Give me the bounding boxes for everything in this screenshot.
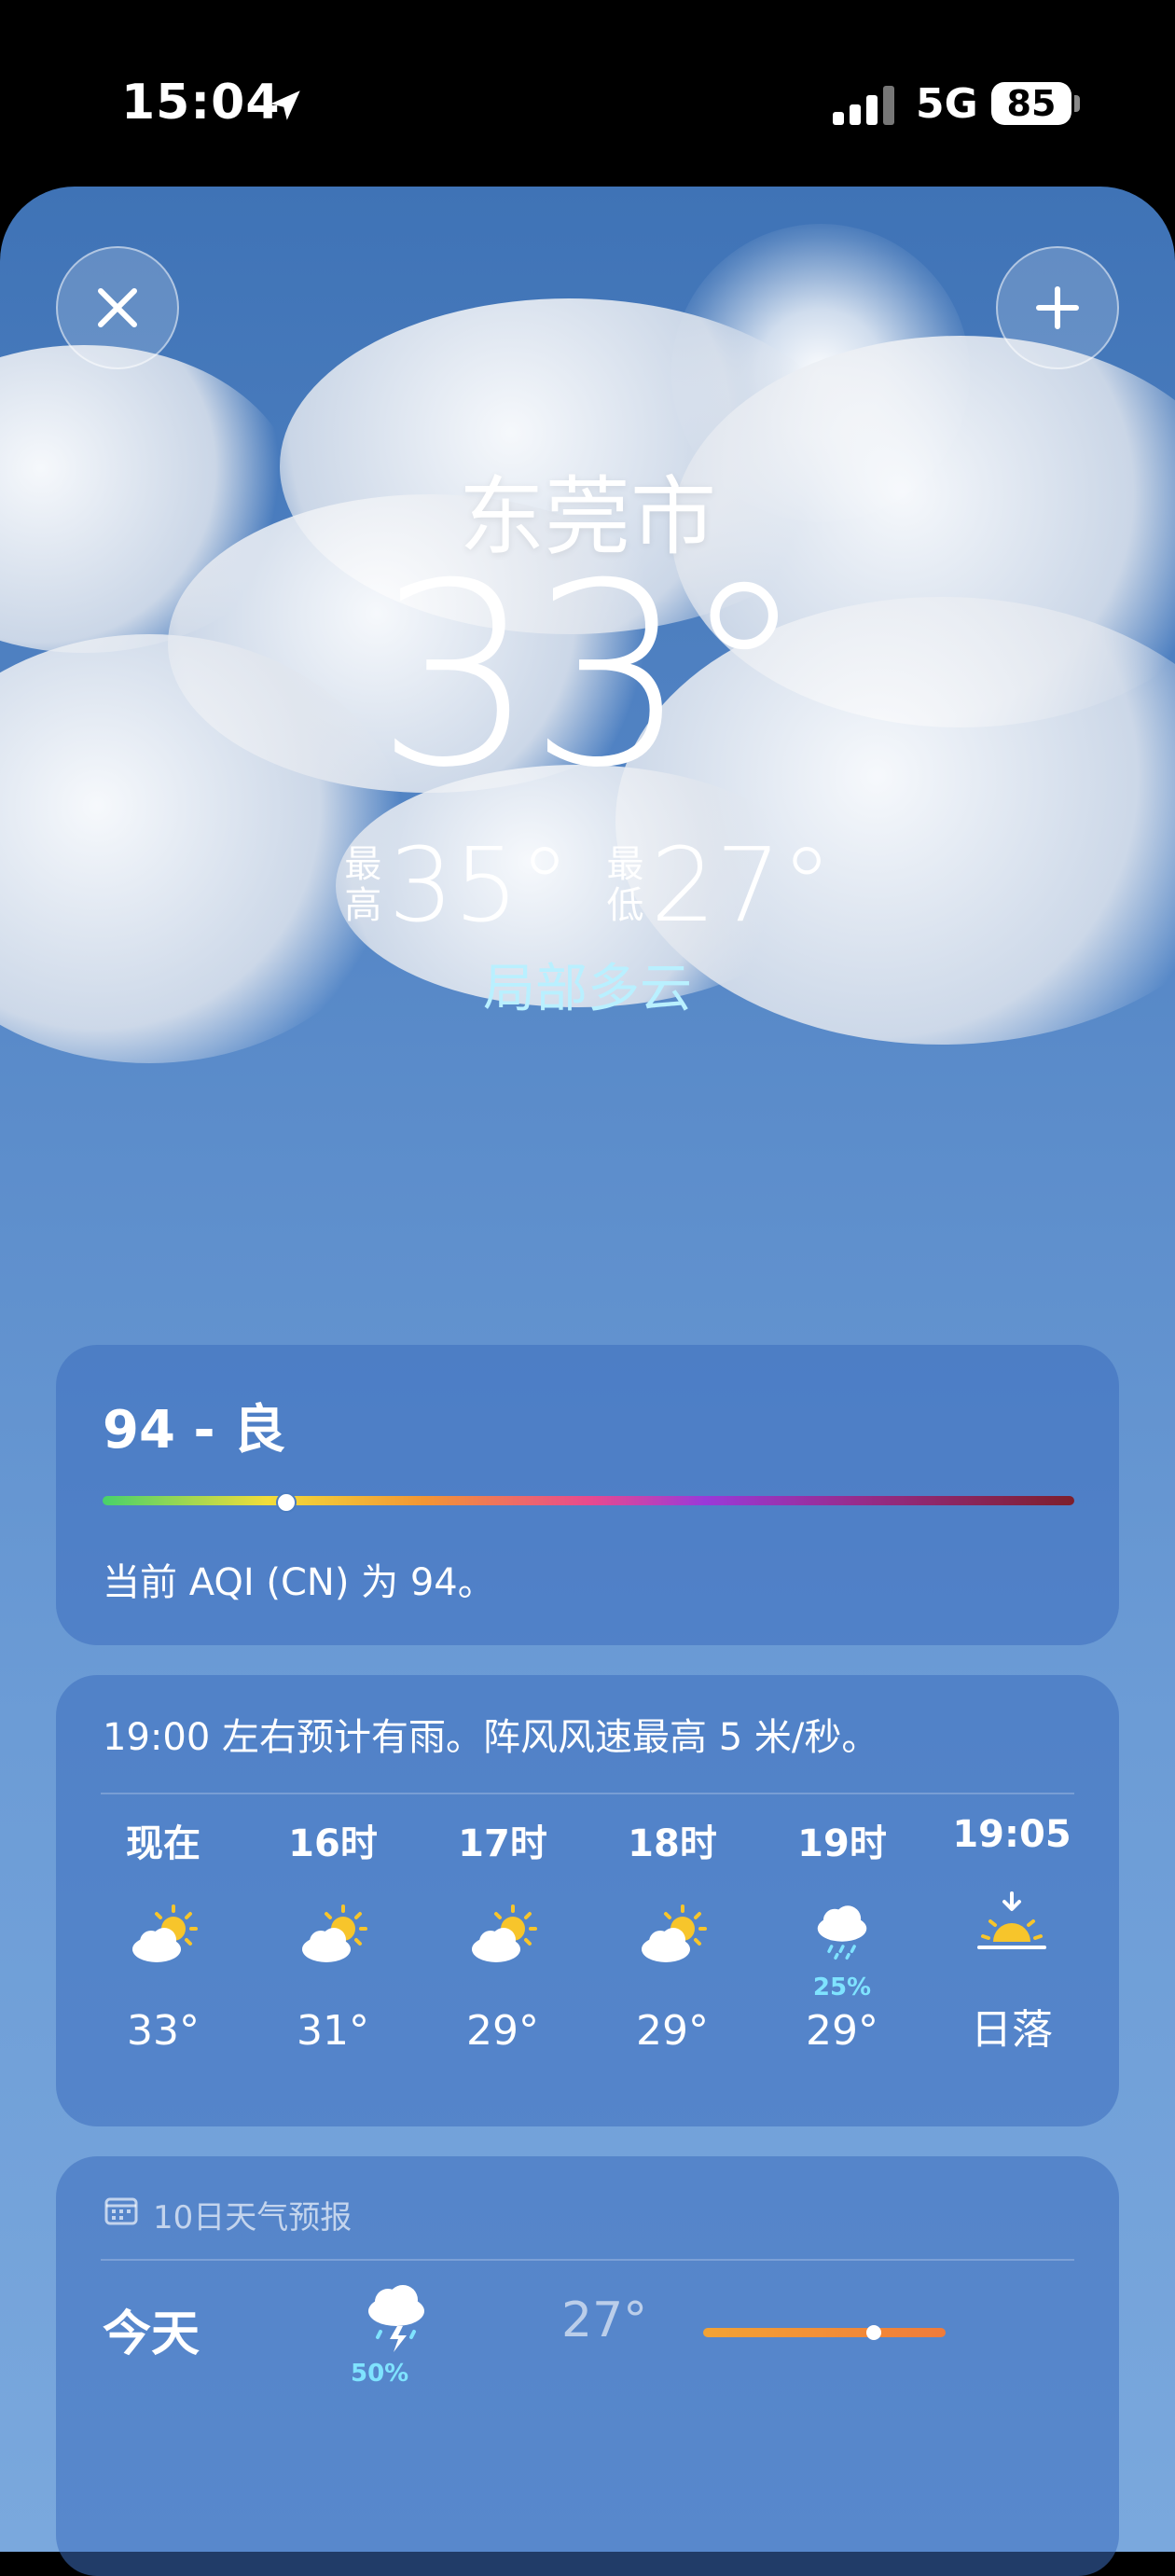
rain-icon — [817, 1905, 867, 1960]
aqi-scale-bar — [103, 1496, 1074, 1505]
hour-temp: 29° — [636, 2007, 709, 2055]
hour-item: 18时 29° — [593, 1813, 752, 2112]
low-label: 最低 — [606, 843, 644, 927]
temp-range-bar — [703, 2328, 946, 2337]
low-temp: 27° — [650, 825, 833, 945]
hour-temp: 29° — [466, 2007, 539, 2055]
hour-temp: 31° — [297, 2007, 369, 2055]
high-low-temps: 最高 35° 最低 27° — [0, 825, 1175, 945]
precip-chance: 25% — [812, 1974, 872, 2001]
high-label: 最高 — [344, 843, 382, 927]
thunderstorm-icon — [368, 2285, 424, 2352]
battery-tip — [1074, 95, 1080, 112]
precip-chance: 50% — [351, 2360, 409, 2388]
aqi-indicator-dot — [275, 1492, 297, 1513]
hour-temp: 29° — [806, 2007, 878, 2055]
air-quality-card[interactable]: 94 - 良 当前 AQI (CN) 为 94。 — [56, 1345, 1119, 1645]
hour-time: 17时 — [458, 1822, 547, 1865]
current-temp-dot — [866, 2325, 881, 2340]
hour-item: 19时 25% 29° — [763, 1813, 921, 2112]
calendar-icon — [104, 2197, 138, 2225]
aqi-description: 当前 AQI (CN) 为 94。 — [103, 1561, 495, 1604]
cellular-signal-icon — [833, 86, 896, 125]
network-type: 5G — [916, 80, 978, 128]
close-button[interactable] — [56, 246, 179, 369]
sunset-icon — [977, 1891, 1046, 1949]
hour-time: 19:05 — [952, 1813, 1071, 1856]
hour-item: 现在 33° — [84, 1813, 242, 2112]
high-temp: 35° — [388, 825, 571, 945]
day-label: 今天 — [103, 2306, 200, 2362]
plus-icon — [1036, 286, 1079, 329]
add-location-button[interactable] — [996, 246, 1119, 369]
hour-time: 现在 — [126, 1822, 200, 1865]
ten-day-title: 10日天气预报 — [153, 2199, 352, 2237]
ten-day-forecast-card[interactable]: 10日天气预报 今天 50% 27° — [56, 2156, 1119, 2576]
hour-item: 19:05 日落 — [933, 1813, 1091, 2112]
divider — [101, 2259, 1074, 2261]
hourly-summary: 19:00 左右预计有雨。阵风风速最高 5 米/秒。 — [103, 1716, 879, 1759]
hour-item: 16时 31° — [254, 1813, 412, 2112]
hour-time: 16时 — [288, 1822, 378, 1865]
status-time: 15:04 — [121, 75, 281, 131]
hourly-forecast-card[interactable]: 19:00 左右预计有雨。阵风风速最高 5 米/秒。 现在 33° 16时 31… — [56, 1675, 1119, 2126]
battery-indicator: 85 — [991, 82, 1071, 125]
status-bar: 15:04 5G 85 — [0, 0, 1175, 196]
hour-time: 18时 — [628, 1822, 717, 1865]
aqi-title: 94 - 良 — [103, 1400, 286, 1461]
close-icon — [98, 288, 137, 327]
day-low-temp: 27° — [561, 2292, 648, 2348]
weather-condition: 局部多云 — [483, 959, 692, 1019]
divider — [101, 1793, 1074, 1794]
hour-temp: 33° — [127, 2007, 200, 2055]
partly-sunny-icon — [472, 1904, 537, 1962]
hourly-list[interactable]: 现在 33° 16时 31° 17时 29° 18时 29° 19时 25% 2… — [84, 1813, 1091, 2112]
location-arrow-icon — [270, 90, 300, 120]
hour-item: 17时 29° — [423, 1813, 582, 2112]
hour-time: 19时 — [797, 1822, 887, 1865]
partly-sunny-icon — [642, 1904, 707, 1962]
current-temperature: 33° — [375, 529, 808, 823]
partly-sunny-icon — [132, 1904, 198, 1962]
partly-sunny-icon — [302, 1904, 367, 1962]
sunset-label: 日落 — [971, 2006, 1053, 2054]
